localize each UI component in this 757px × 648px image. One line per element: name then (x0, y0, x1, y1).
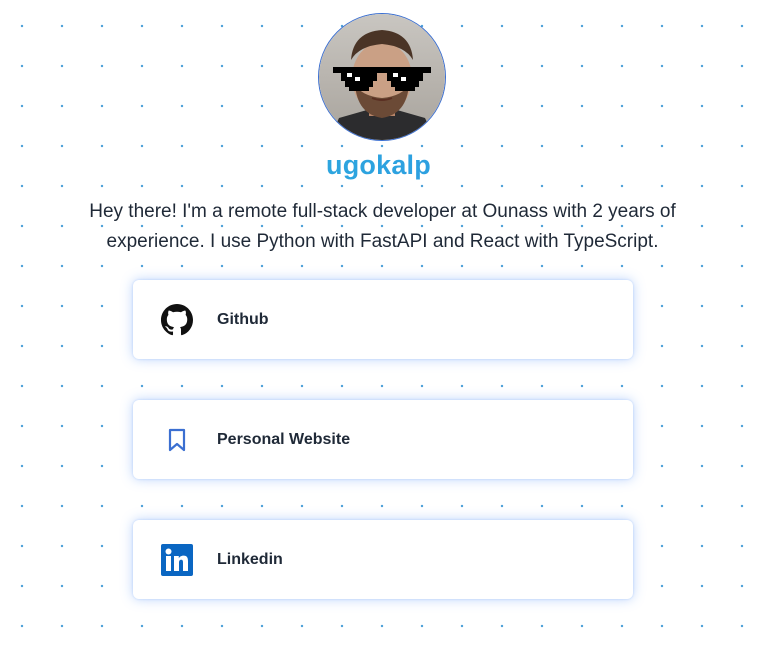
bookmark-icon (161, 424, 193, 456)
github-link-button[interactable]: Github (133, 280, 633, 359)
profile-page: ugokalp Hey there! I'm a remote full-sta… (0, 0, 757, 648)
avatar-photo (319, 14, 445, 140)
username-heading: ugokalp (0, 150, 757, 181)
linkedin-icon (161, 543, 193, 576)
bio-text: Hey there! I'm a remote full-stack devel… (89, 201, 676, 252)
linkedin-link-label: Linkedin (217, 550, 283, 568)
personal-website-link-button[interactable]: Personal Website (133, 400, 633, 479)
personal-website-link-label: Personal Website (217, 430, 351, 448)
github-link-label: Github (217, 310, 269, 328)
avatar (318, 13, 446, 141)
linkedin-link-button[interactable]: Linkedin (133, 520, 633, 599)
github-icon (161, 303, 193, 336)
